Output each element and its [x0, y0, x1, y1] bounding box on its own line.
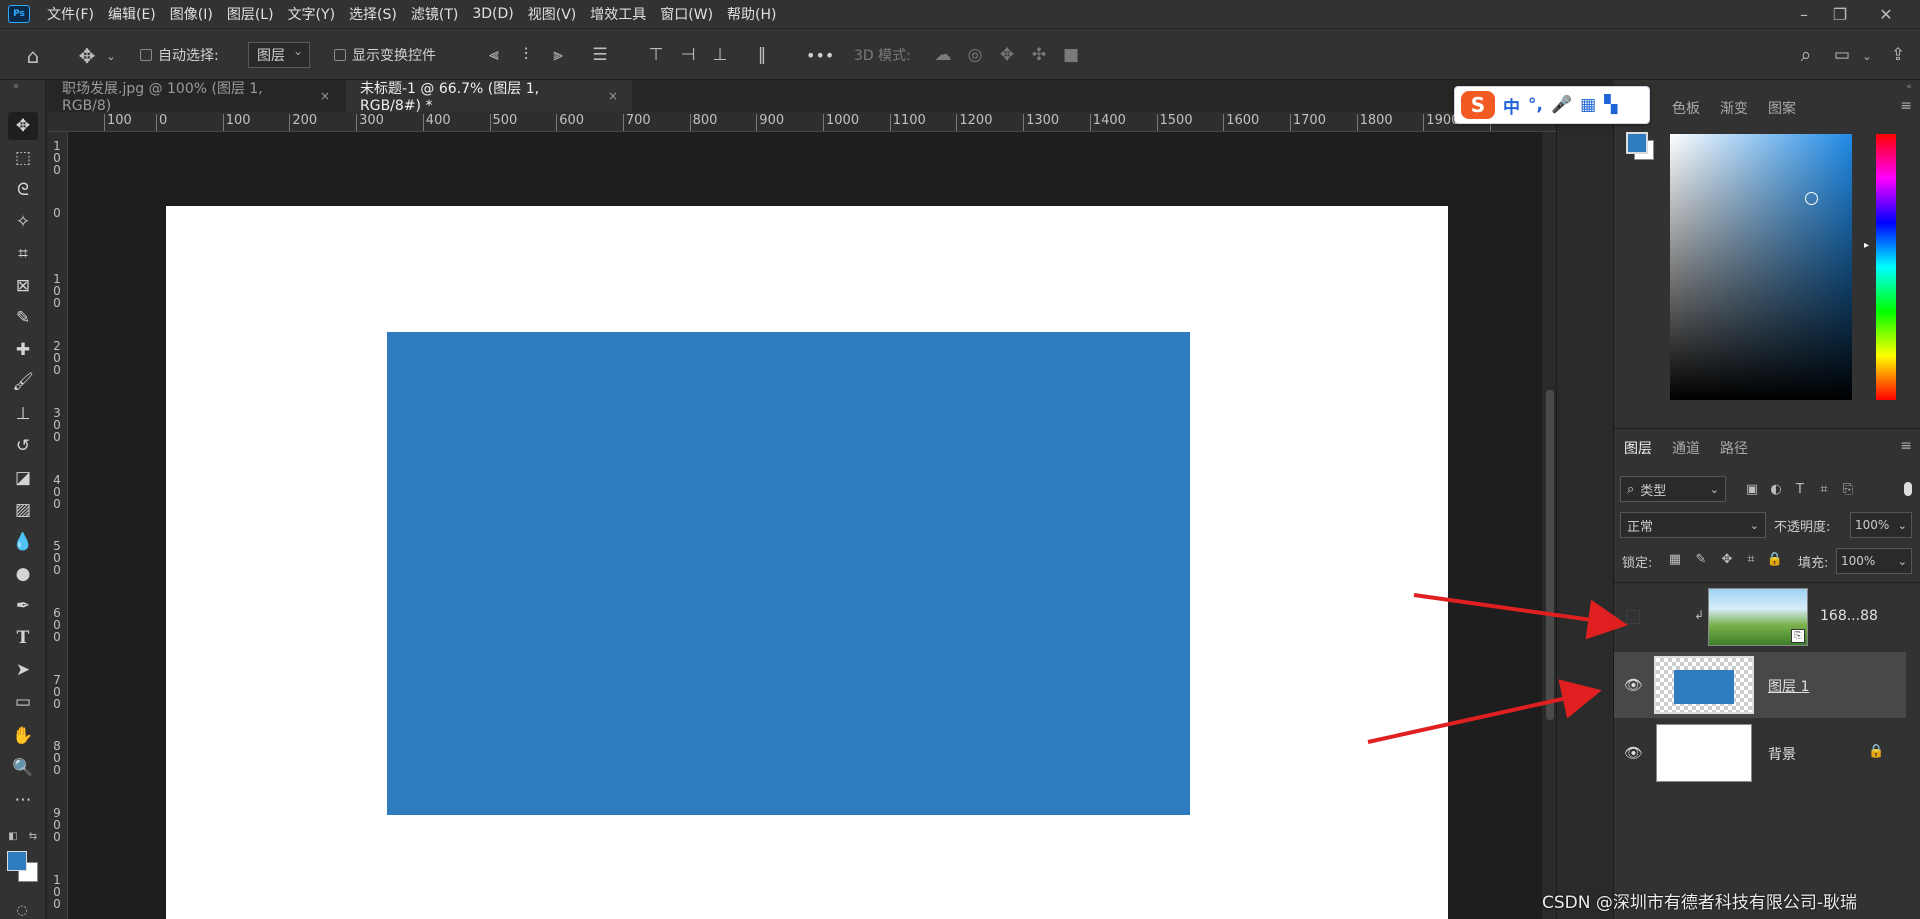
ime-punct[interactable]: °,: [1528, 95, 1543, 115]
sogou-logo: S: [1461, 91, 1495, 119]
red-arrow-bottom: [1367, 679, 1602, 744]
microphone-icon[interactable]: 🎤: [1551, 95, 1572, 115]
ime-lang[interactable]: 中: [1503, 93, 1520, 118]
watermark-text: CSDN @深圳市有德者科技有限公司-耿瑞: [1542, 893, 1858, 913]
keyboard-icon[interactable]: ▦: [1580, 95, 1596, 115]
annotation-arrows: [1367, 593, 1628, 744]
red-arrow-top: [1413, 593, 1628, 640]
apps-icon[interactable]: ▚: [1604, 95, 1617, 115]
ime-toolbar[interactable]: S 中 °, 🎤 ▦ ▚: [1454, 86, 1650, 124]
